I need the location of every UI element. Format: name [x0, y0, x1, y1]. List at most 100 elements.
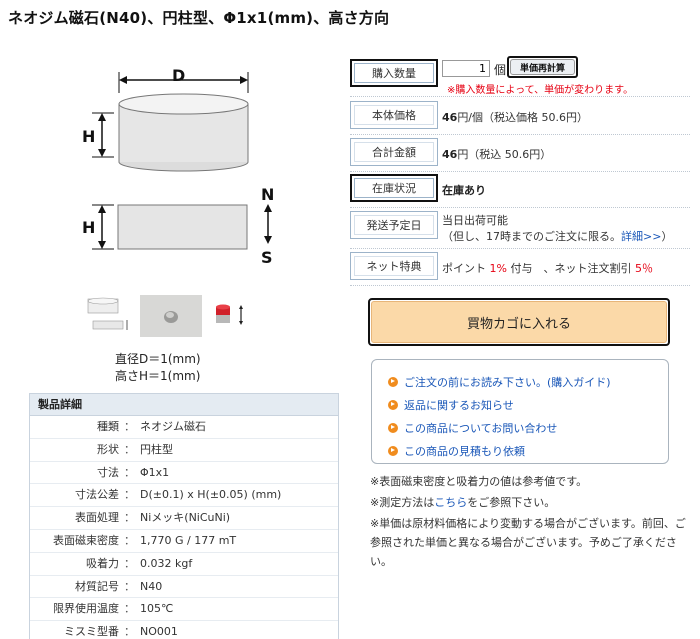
- qty-unit: 個: [494, 63, 507, 77]
- recalc-price-button[interactable]: 単価再計算: [510, 59, 575, 75]
- spec-row: 表面処理 ： Niメッキ(NiCuNi): [30, 507, 338, 530]
- divider: [350, 171, 690, 172]
- divider: [350, 285, 690, 286]
- product-detail-table: 製品詳細 種類 ： ネオジム磁石 形状 ： 円柱型 寸法 ： Φ1x1 寸法公差 ： D(±0.1) …: [29, 393, 339, 639]
- total-label: 合計金額: [354, 142, 434, 162]
- spec-label: 限界使用温度: [53, 602, 119, 616]
- recalc-button-wrap: 単価再計算: [507, 56, 578, 78]
- note-price-change: ※単価は原材料価格により変動する場合がございます。前回、ご参照された単価と異なる…: [370, 517, 686, 568]
- stock-label: 在庫状況: [354, 178, 434, 198]
- ship-label: 発送予定日: [354, 215, 434, 235]
- spec-row: 吸着力 ： 0.032 kgf: [30, 553, 338, 576]
- spec-colon: ：: [124, 465, 135, 479]
- point-percent: 1%: [489, 262, 507, 275]
- thumbnail-diagram[interactable]: [85, 295, 147, 337]
- thumbnail-photo[interactable]: [140, 295, 202, 337]
- add-to-cart-button[interactable]: 買物カゴに入れる: [371, 301, 667, 343]
- spec-colon: ：: [124, 556, 135, 570]
- qty-label: 購入数量: [354, 63, 434, 83]
- h-label-side: H: [82, 218, 95, 237]
- ship-detail-link[interactable]: 詳細>>: [621, 230, 661, 243]
- spec-value: Φ1x1: [140, 465, 170, 479]
- ship-line2-end: ）: [661, 230, 673, 243]
- h-label-top: H: [82, 127, 95, 146]
- spec-row: ミスミ型番 ： NO001: [30, 621, 338, 639]
- stock-label-box: 在庫状況: [350, 174, 438, 202]
- spec-value: Niメッキ(NiCuNi): [140, 511, 231, 525]
- total-suffix: 円（税込 50.6円）: [457, 148, 552, 161]
- dimension-summary: 直径D＝1(mm) 高さH＝1(mm): [115, 351, 201, 385]
- spec-label: 表面処理: [75, 511, 119, 525]
- arrow-bullet-icon: [388, 445, 398, 456]
- ship-line2-text: （但し、17時までのご注文に限る。: [442, 230, 621, 243]
- spec-row: 種類 ： ネオジム磁石: [30, 416, 338, 439]
- spec-colon: ：: [124, 579, 135, 593]
- d-label: D: [172, 66, 185, 85]
- south-label: S: [261, 248, 273, 267]
- spec-row: 寸法 ： Φ1x1: [30, 462, 338, 485]
- thumbnail-strip: [85, 295, 255, 337]
- divider: [350, 96, 690, 97]
- discount-percent: 5％: [634, 262, 653, 275]
- unit-price-label-box: 本体価格: [350, 101, 438, 129]
- spec-row: 形状 ： 円柱型: [30, 439, 338, 462]
- ship-value: 当日出荷可能 （但し、17時までのご注文に限る。詳細>>）: [442, 213, 672, 245]
- info-links-box: ご注文の前にお読み下さい。(購入ガイド) 返品に関するお知らせ この商品について…: [371, 359, 669, 464]
- cylinder-illustration: [118, 93, 249, 172]
- link-purchase-guide[interactable]: ご注文の前にお読み下さい。(購入ガイド): [372, 370, 668, 393]
- stock-status: 在庫あり: [442, 184, 486, 197]
- unit-price-label: 本体価格: [354, 105, 434, 125]
- link-quote-request[interactable]: この商品の見積もり依頼: [372, 439, 668, 462]
- diameter-text: 直径D＝1(mm): [115, 352, 201, 366]
- note2-text-a: ※測定方法は: [370, 496, 435, 509]
- spec-value: N40: [140, 579, 163, 593]
- qty-label-box: 購入数量: [350, 59, 438, 87]
- quantity-input[interactable]: [442, 60, 490, 77]
- measurement-link[interactable]: こちら: [434, 496, 467, 509]
- spec-value: 円柱型: [140, 442, 173, 456]
- spec-value: D(±0.1) x H(±0.05) (mm): [140, 488, 282, 502]
- spec-value: NO001: [140, 625, 178, 639]
- unit-price-value: 46円/個（税込価格 50.6円）: [442, 109, 588, 125]
- note-measurement: ※測定方法はこちらをご参照下さい。: [370, 493, 692, 512]
- notes: ※表面磁束密度と吸着力の値は参考値です。 ※測定方法はこちらをご参照下さい。 ※…: [370, 472, 692, 573]
- thumbnail-magnet-poles[interactable]: [210, 295, 250, 337]
- spec-colon: ：: [124, 511, 135, 525]
- arrow-bullet-icon: [388, 422, 398, 433]
- spec-label: 形状: [97, 442, 119, 456]
- total-label-box: 合計金額: [350, 138, 438, 166]
- north-label: N: [261, 185, 274, 204]
- net-text2: 付与 、ネット注文割引: [506, 262, 635, 275]
- net-benefit-value: ポイント 1% 付与 、ネット注文割引 5％: [442, 260, 653, 276]
- divider: [350, 134, 690, 135]
- spec-value: ネオジム磁石: [140, 420, 206, 433]
- spec-row: 材質記号 ： N40: [30, 576, 338, 599]
- note2-text-b: をご参照下さい。: [467, 496, 556, 509]
- spec-label: ミスミ型番: [64, 625, 119, 639]
- spec-colon: ：: [124, 488, 135, 502]
- height-text: 高さH＝1(mm): [115, 369, 201, 383]
- magnet-dimension-diagram: D H H N S: [82, 66, 274, 267]
- divider: [350, 207, 690, 208]
- spec-value: 0.032 kgf: [140, 556, 193, 570]
- net-label-box: ネット特典: [350, 252, 438, 280]
- spec-colon: ：: [124, 420, 135, 433]
- spec-colon: ：: [124, 533, 135, 547]
- link-inquiry[interactable]: この商品についてお問い合わせ: [372, 416, 668, 439]
- net-label: ネット特典: [354, 256, 434, 276]
- qty-price-note: ※購入数量によって、単価が変わります。: [447, 85, 634, 96]
- net-text1: ポイント: [442, 262, 490, 275]
- divider: [350, 248, 690, 249]
- cart-button-wrap: 買物カゴに入れる: [368, 298, 670, 346]
- total-amount: 46: [442, 148, 458, 161]
- ship-line2: （但し、17時までのご注文に限る。詳細>>）: [442, 229, 672, 245]
- product-detail-heading: 製品詳細: [30, 394, 338, 416]
- link-returns[interactable]: 返品に関するお知らせ: [372, 393, 668, 416]
- spec-colon: ：: [124, 442, 135, 456]
- side-view-rect: [117, 204, 248, 250]
- unit-price-suffix: 円/個（税込価格 50.6円）: [457, 111, 589, 124]
- spec-colon: ：: [124, 625, 135, 639]
- spec-row: 限界使用温度 ： 105℃: [30, 598, 338, 622]
- spec-label: 材質記号: [75, 579, 119, 593]
- unit-price-amount: 46: [442, 111, 458, 124]
